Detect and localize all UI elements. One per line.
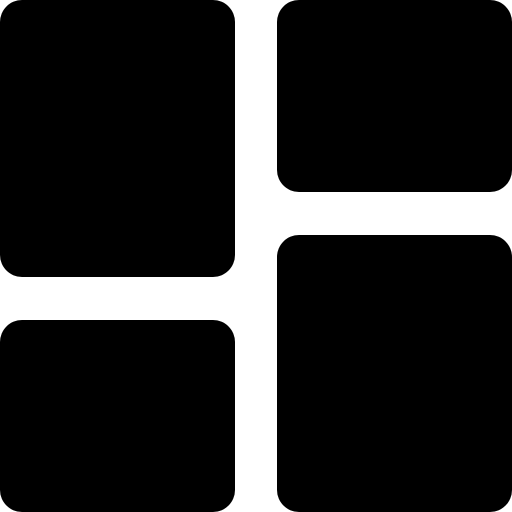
dashboard-layout-icon: [0, 0, 512, 512]
top-right-tile: [277, 0, 512, 192]
bottom-right-tile: [277, 235, 512, 512]
top-left-tile: [0, 0, 235, 277]
bottom-left-tile: [0, 320, 235, 512]
